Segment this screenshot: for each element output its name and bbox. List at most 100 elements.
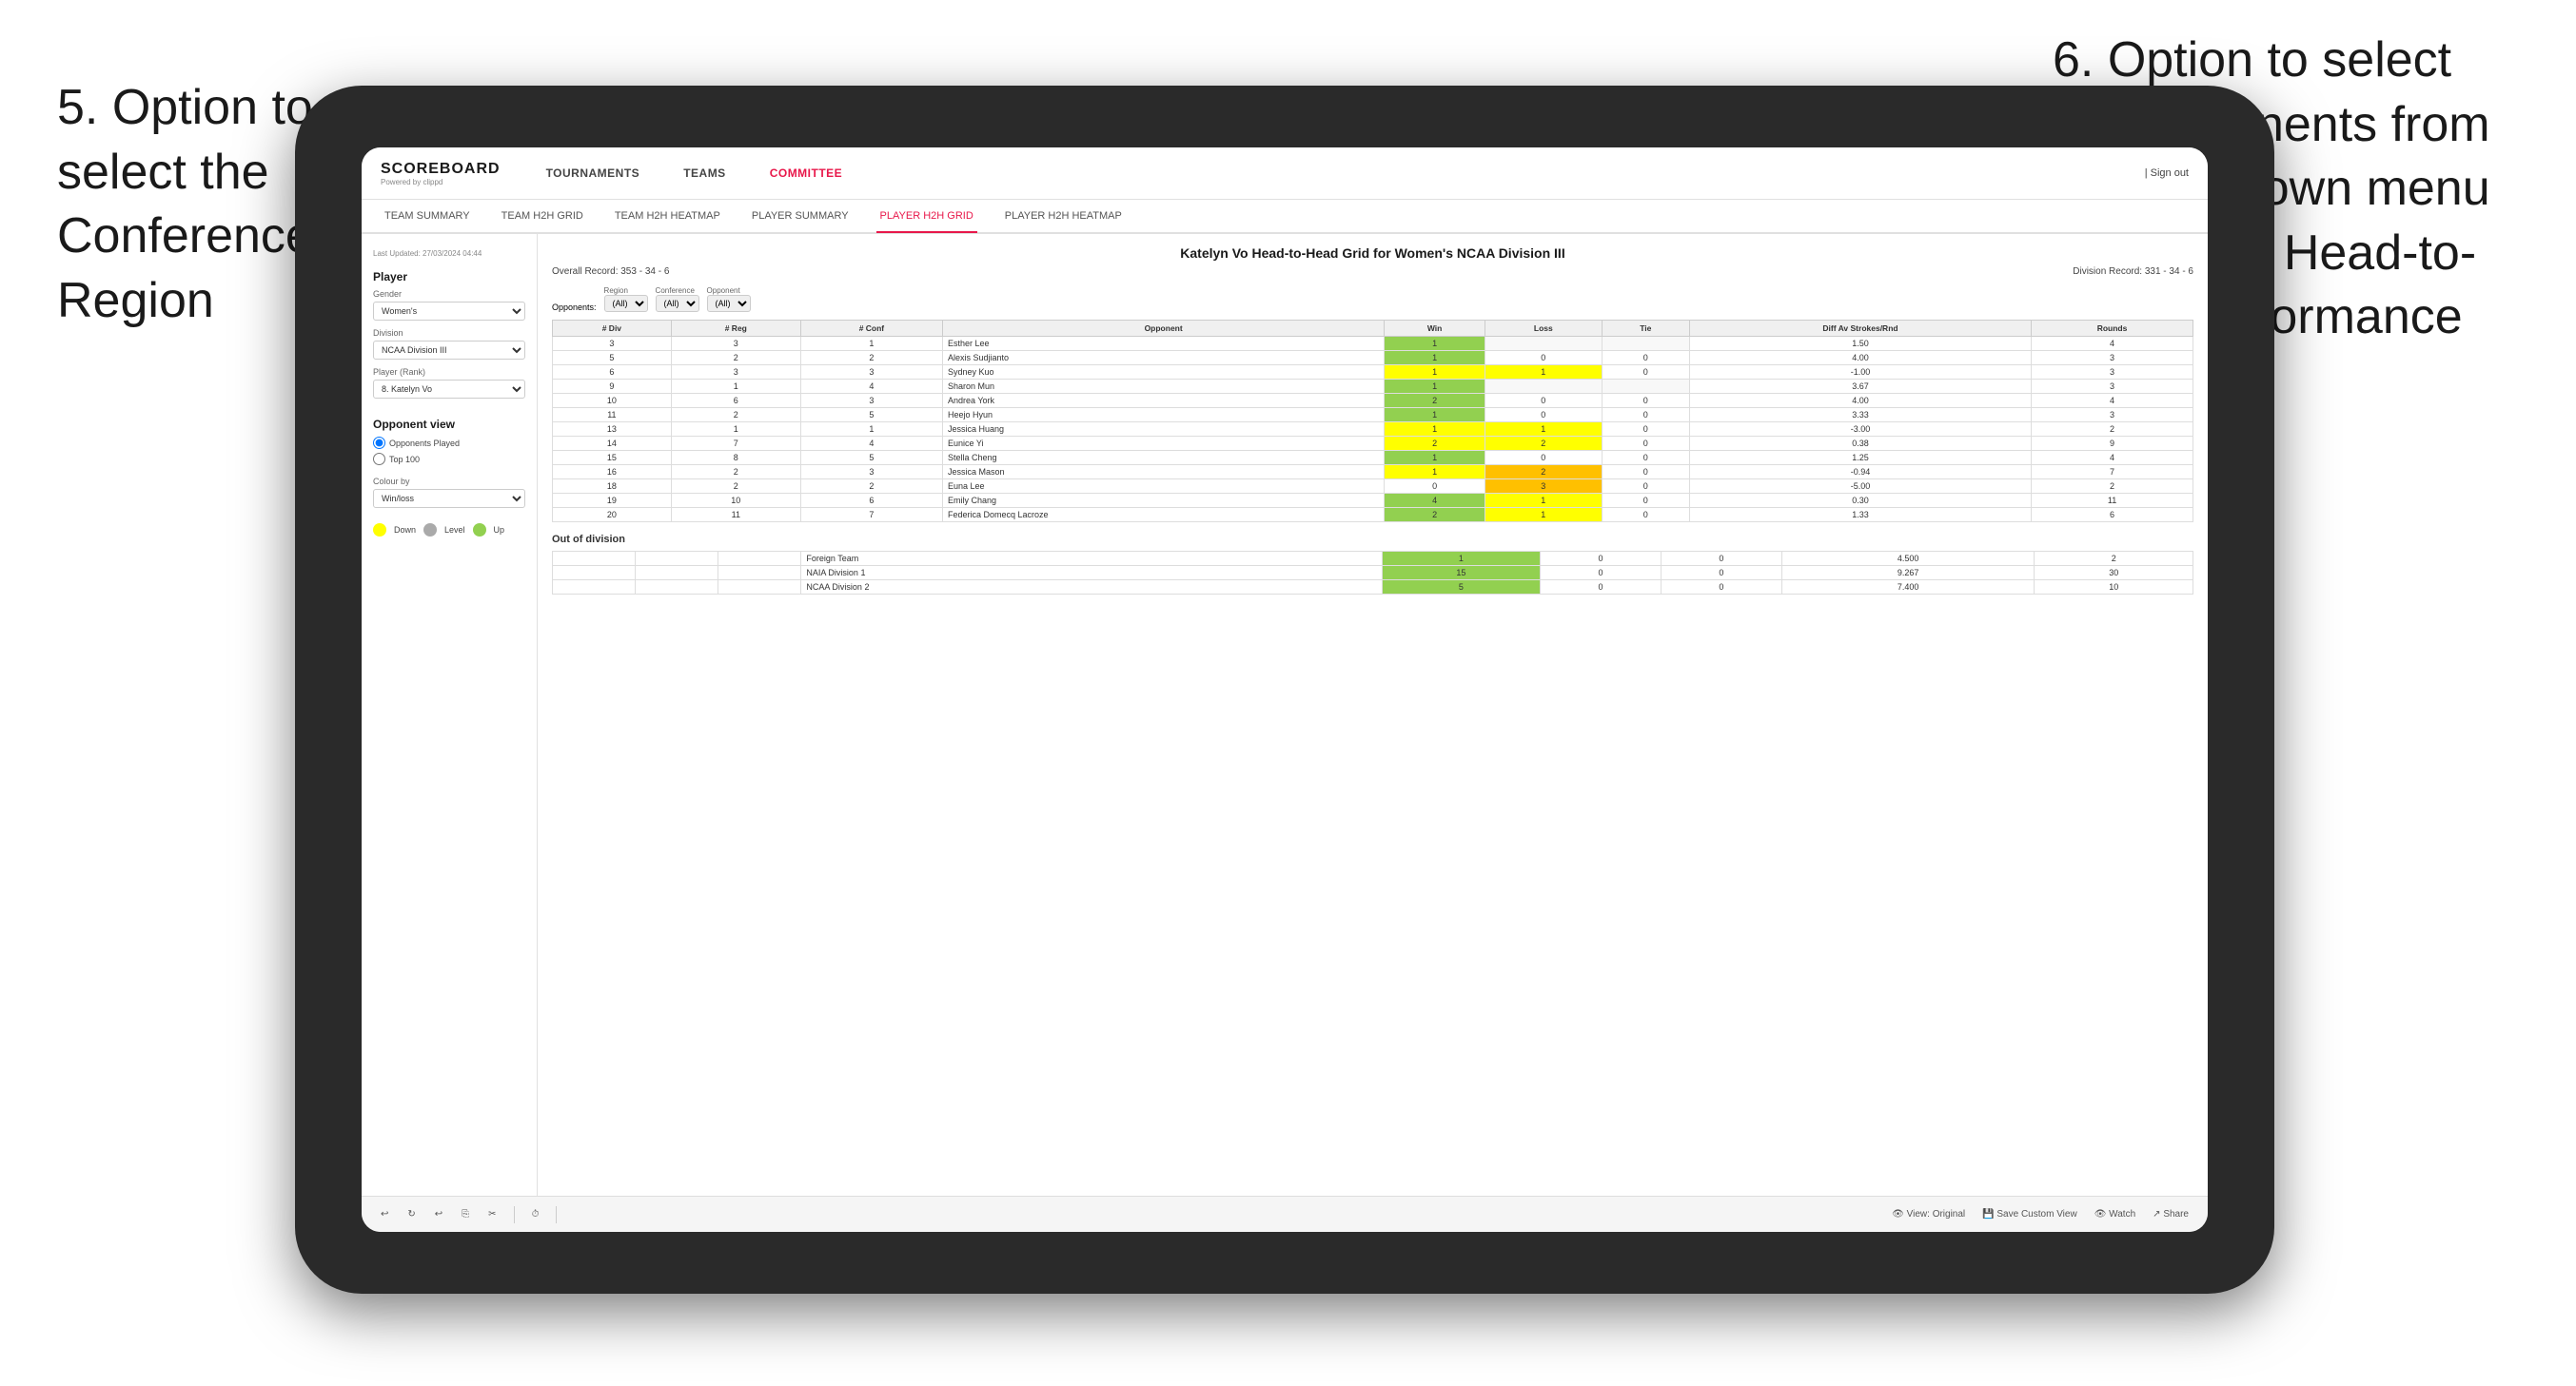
- radio-top100-text: Top 100: [389, 455, 420, 464]
- colour-by-label: Colour by: [373, 477, 525, 486]
- table-cell: 8: [671, 451, 800, 465]
- watch-label: Watch: [2109, 1209, 2135, 1220]
- view-original-btn[interactable]: 👁 View: Original: [1887, 1207, 1970, 1221]
- sub-nav-team-h2h-heatmap[interactable]: TEAM H2H HEATMAP: [611, 200, 724, 232]
- table-cell: 0: [1602, 508, 1689, 522]
- table-cell: 3: [671, 365, 800, 380]
- opponent-select[interactable]: (All): [707, 295, 751, 312]
- table-cell: 1: [671, 422, 800, 437]
- watch-btn[interactable]: 👁 Watch: [2090, 1207, 2140, 1221]
- table-cell: 1.50: [1689, 337, 2031, 351]
- table-cell: 4: [2032, 337, 2193, 351]
- radio-top100-input[interactable]: [373, 453, 385, 465]
- conference-select[interactable]: (All): [656, 295, 699, 312]
- table-row: 1063Andrea York2004.004: [553, 394, 2193, 408]
- sub-nav-team-h2h-grid[interactable]: TEAM H2H GRID: [498, 200, 587, 232]
- table-row: 1585Stella Cheng1001.254: [553, 451, 2193, 465]
- gender-select[interactable]: Women's: [373, 302, 525, 321]
- table-cell: Jessica Huang: [943, 422, 1385, 437]
- table-cell: 0: [1485, 351, 1602, 365]
- table-cell: 2: [1485, 465, 1602, 479]
- undo2-btn[interactable]: ↩: [430, 1207, 447, 1221]
- table-cell: 3: [2032, 365, 2193, 380]
- ood-cell: 10: [2035, 580, 2193, 595]
- table-cell: -1.00: [1689, 365, 2031, 380]
- table-cell: 2: [671, 351, 800, 365]
- radio-played-input[interactable]: [373, 437, 385, 449]
- table-cell: 0: [1602, 408, 1689, 422]
- redo-btn[interactable]: ↻: [403, 1207, 420, 1221]
- sign-out-link[interactable]: Sign out: [2151, 167, 2189, 179]
- nav-teams[interactable]: TEAMS: [676, 166, 734, 180]
- table-cell: Eunice Yi: [943, 437, 1385, 451]
- left-sidebar: Last Updated: 27/03/2024 04:44 Player Ge…: [362, 234, 538, 1196]
- table-row: 1311Jessica Huang110-3.002: [553, 422, 2193, 437]
- sub-nav-player-h2h-heatmap[interactable]: PLAYER H2H HEATMAP: [1001, 200, 1126, 232]
- toolbar-sep-2: [556, 1206, 557, 1223]
- colour-by-select[interactable]: Win/loss: [373, 489, 525, 508]
- table-cell: 2: [671, 479, 800, 494]
- toolbar-sep-1: [514, 1206, 515, 1223]
- scissors-btn[interactable]: ✂: [483, 1207, 501, 1221]
- copy-btn[interactable]: ⎘: [457, 1207, 474, 1221]
- table-cell: 1: [1385, 380, 1485, 394]
- table-cell: 0: [1485, 408, 1602, 422]
- legend-level-dot: [423, 523, 437, 537]
- save-custom-btn[interactable]: 💾 Save Custom View: [1977, 1207, 2082, 1221]
- tablet-frame: SCOREBOARD Powered by clippd TOURNAMENTS…: [295, 86, 2274, 1294]
- region-select[interactable]: (All): [604, 295, 648, 312]
- table-cell: 14: [553, 437, 672, 451]
- table-cell: 6: [800, 494, 942, 508]
- table-cell: 0.30: [1689, 494, 2031, 508]
- logo-area: SCOREBOARD Powered by clippd: [381, 161, 501, 186]
- table-cell: 3: [1485, 479, 1602, 494]
- ood-cell: [718, 552, 801, 566]
- table-cell: 16: [553, 465, 672, 479]
- table-row: 522Alexis Sudjianto1004.003: [553, 351, 2193, 365]
- ood-cell: 0: [1661, 580, 1781, 595]
- division-select[interactable]: NCAA Division III: [373, 341, 525, 360]
- table-cell: 0: [1602, 437, 1689, 451]
- radio-top100-label[interactable]: Top 100: [373, 453, 525, 465]
- grid-area: Katelyn Vo Head-to-Head Grid for Women's…: [538, 234, 2208, 1196]
- table-cell: Stella Cheng: [943, 451, 1385, 465]
- table-row: 633Sydney Kuo110-1.003: [553, 365, 2193, 380]
- table-cell: 1: [800, 337, 942, 351]
- table-cell: 2: [2032, 422, 2193, 437]
- undo-btn[interactable]: ↩: [376, 1207, 393, 1221]
- table-cell: 4: [800, 437, 942, 451]
- radio-played-label[interactable]: Opponents Played: [373, 437, 525, 449]
- table-cell: 0.38: [1689, 437, 2031, 451]
- table-cell: 0: [1602, 479, 1689, 494]
- table-cell: Sharon Mun: [943, 380, 1385, 394]
- table-cell: Euna Lee: [943, 479, 1385, 494]
- record-row: Overall Record: 353 - 34 - 6 Division Re…: [552, 266, 2193, 277]
- table-cell: 20: [553, 508, 672, 522]
- legend-row: Down Level Up: [373, 523, 525, 537]
- nav-committee[interactable]: COMMITTEE: [762, 166, 851, 180]
- table-cell: Emily Chang: [943, 494, 1385, 508]
- player-rank-select[interactable]: 8. Katelyn Vo: [373, 380, 525, 399]
- table-cell: 7: [800, 508, 942, 522]
- table-cell: Sydney Kuo: [943, 365, 1385, 380]
- table-cell: Federica Domecq Lacroze: [943, 508, 1385, 522]
- sub-nav-team-summary[interactable]: TEAM SUMMARY: [381, 200, 474, 232]
- table-cell: 1: [1385, 465, 1485, 479]
- nav-tournaments[interactable]: TOURNAMENTS: [539, 166, 648, 180]
- time-btn[interactable]: ⏱: [527, 1207, 544, 1221]
- col-opponent: Opponent: [943, 321, 1385, 337]
- opponent-view: Opponent view Opponents Played Top 100: [373, 418, 525, 465]
- table-cell: 3: [800, 465, 942, 479]
- share-btn[interactable]: ↗ Share: [2148, 1207, 2193, 1221]
- col-diff: Diff Av Strokes/Rnd: [1689, 321, 2031, 337]
- table-cell: 0: [1602, 422, 1689, 437]
- ood-cell: 2: [2035, 552, 2193, 566]
- col-rounds: Rounds: [2032, 321, 2193, 337]
- table-cell: 3.67: [1689, 380, 2031, 394]
- table-row: 1125Heejo Hyun1003.333: [553, 408, 2193, 422]
- table-row: 1474Eunice Yi2200.389: [553, 437, 2193, 451]
- overall-record: Overall Record: 353 - 34 - 6: [552, 266, 669, 277]
- sub-nav-player-h2h-grid[interactable]: PLAYER H2H GRID: [876, 201, 977, 233]
- table-cell: 2: [1385, 508, 1485, 522]
- sub-nav-player-summary[interactable]: PLAYER SUMMARY: [748, 200, 853, 232]
